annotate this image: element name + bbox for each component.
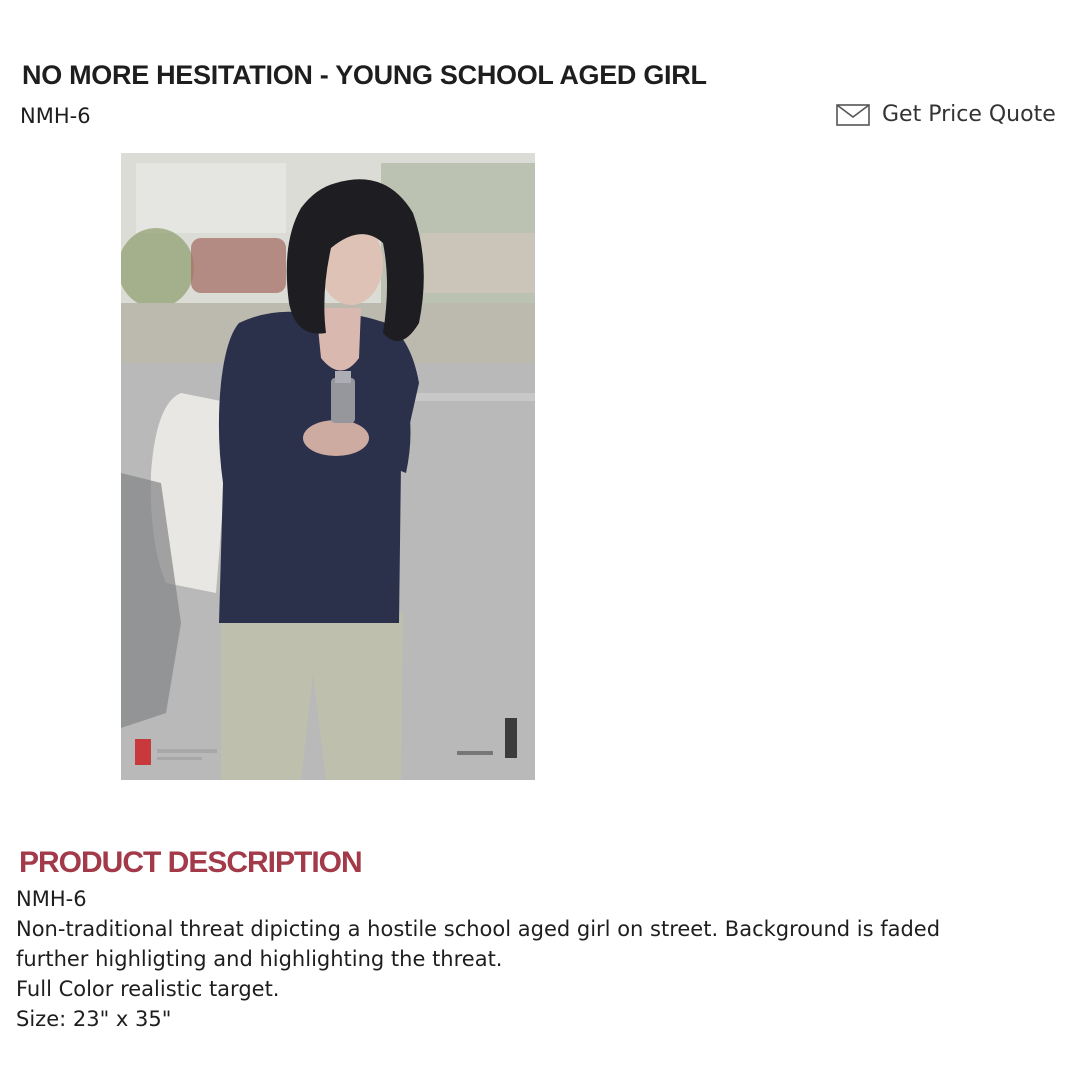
envelope-icon <box>836 103 870 126</box>
get-price-quote-link[interactable]: Get Price Quote <box>836 102 1056 127</box>
description-sku: NMH-6 <box>16 887 87 911</box>
description-line-1: Non-traditional threat dipicting a hosti… <box>16 917 941 941</box>
product-image[interactable] <box>121 153 535 780</box>
product-description-heading: PRODUCT DESCRIPTION <box>19 846 363 879</box>
product-sku: NMH-6 <box>20 104 91 128</box>
product-description: NMH-6 Non-traditional threat dipicting a… <box>16 884 1056 1034</box>
description-line-3: Full Color realistic target. <box>16 977 280 1001</box>
product-page: NO MORE HESITATION - YOUNG SCHOOL AGED G… <box>0 0 1080 1080</box>
get-price-quote-label: Get Price Quote <box>882 102 1056 127</box>
product-title: NO MORE HESITATION - YOUNG SCHOOL AGED G… <box>22 60 707 90</box>
description-line-2: further highligting and highlighting the… <box>16 947 503 971</box>
description-line-4: Size: 23" x 35" <box>16 1007 172 1031</box>
